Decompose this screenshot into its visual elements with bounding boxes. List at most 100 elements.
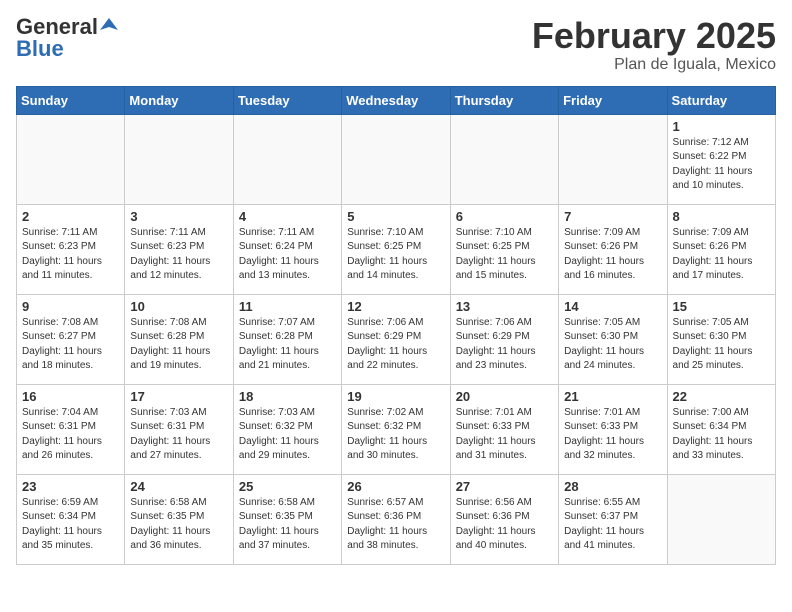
day-number: 25: [239, 479, 336, 494]
weekday-header-cell: Thursday: [450, 86, 558, 114]
calendar-day-cell: [450, 114, 558, 204]
day-info: Sunrise: 7:11 AMSunset: 6:23 PMDaylight:…: [130, 226, 227, 284]
day-number: 7: [564, 209, 661, 224]
calendar-week-row: 16 Sunrise: 7:04 AMSunset: 6:31 PMDayligh…: [17, 384, 776, 474]
day-info: Sunrise: 6:58 AMSunset: 6:35 PMDaylight:…: [239, 496, 336, 554]
day-info: Sunrise: 7:10 AMSunset: 6:25 PMDaylight:…: [347, 226, 444, 284]
calendar-day-cell: 3 Sunrise: 7:11 AMSunset: 6:23 PMDaylight…: [125, 204, 233, 294]
day-number: 22: [673, 389, 770, 404]
day-info: Sunrise: 7:07 AMSunset: 6:28 PMDaylight:…: [239, 316, 336, 374]
calendar-day-cell: 2 Sunrise: 7:11 AMSunset: 6:23 PMDaylight…: [17, 204, 125, 294]
day-info: Sunrise: 7:02 AMSunset: 6:32 PMDaylight:…: [347, 406, 444, 464]
day-number: 18: [239, 389, 336, 404]
calendar-day-cell: 17 Sunrise: 7:03 AMSunset: 6:31 PMDayligh…: [125, 384, 233, 474]
calendar-day-cell: 18 Sunrise: 7:03 AMSunset: 6:32 PMDayligh…: [233, 384, 341, 474]
month-year-title: February 2025: [532, 16, 776, 56]
calendar-day-cell: 14Sunrise: 7:05 AMSunset: 6:30 PMDayligh…: [559, 294, 667, 384]
day-number: 5: [347, 209, 444, 224]
calendar-body: 1Sunrise: 7:12 AMSunset: 6:22 PMDaylight…: [17, 114, 776, 564]
day-number: 8: [673, 209, 770, 224]
day-info: Sunrise: 6:57 AMSunset: 6:36 PMDaylight:…: [347, 496, 444, 554]
calendar-day-cell: 10 Sunrise: 7:08 AMSunset: 6:28 PMDayligh…: [125, 294, 233, 384]
day-number: 12: [347, 299, 444, 314]
calendar-day-cell: 12 Sunrise: 7:06 AMSunset: 6:29 PMDayligh…: [342, 294, 450, 384]
day-info: Sunrise: 6:58 AMSunset: 6:35 PMDaylight:…: [130, 496, 227, 554]
day-info: Sunrise: 7:06 AMSunset: 6:29 PMDaylight:…: [347, 316, 444, 374]
day-info: Sunrise: 6:56 AMSunset: 6:36 PMDaylight:…: [456, 496, 553, 554]
day-info: Sunrise: 7:01 AMSunset: 6:33 PMDaylight:…: [564, 406, 661, 464]
day-number: 11: [239, 299, 336, 314]
calendar-day-cell: 28 Sunrise: 6:55 AMSunset: 6:37 PMDayligh…: [559, 474, 667, 564]
day-number: 6: [456, 209, 553, 224]
day-info: Sunrise: 6:59 AMSunset: 6:34 PMDaylight:…: [22, 496, 119, 554]
calendar-day-cell: [667, 474, 775, 564]
day-number: 16: [22, 389, 119, 404]
location-subtitle: Plan de Iguala, Mexico: [532, 56, 776, 74]
calendar-week-row: 1Sunrise: 7:12 AMSunset: 6:22 PMDaylight…: [17, 114, 776, 204]
calendar-day-cell: 4Sunrise: 7:11 AMSunset: 6:24 PMDaylight…: [233, 204, 341, 294]
title-block: February 2025 Plan de Iguala, Mexico: [532, 16, 776, 74]
calendar-day-cell: 25 Sunrise: 6:58 AMSunset: 6:35 PMDayligh…: [233, 474, 341, 564]
day-number: 2: [22, 209, 119, 224]
day-info: Sunrise: 7:05 AMSunset: 6:30 PMDaylight:…: [673, 316, 770, 374]
calendar-day-cell: 1Sunrise: 7:12 AMSunset: 6:22 PMDaylight…: [667, 114, 775, 204]
day-number: 20: [456, 389, 553, 404]
day-info: Sunrise: 7:00 AMSunset: 6:34 PMDaylight:…: [673, 406, 770, 464]
logo: General Blue: [16, 16, 118, 60]
calendar-day-cell: 11 Sunrise: 7:07 AMSunset: 6:28 PMDayligh…: [233, 294, 341, 384]
day-info: Sunrise: 7:03 AMSunset: 6:31 PMDaylight:…: [130, 406, 227, 464]
day-number: 23: [22, 479, 119, 494]
calendar-day-cell: 13 Sunrise: 7:06 AMSunset: 6:29 PMDayligh…: [450, 294, 558, 384]
calendar-week-row: 9 Sunrise: 7:08 AMSunset: 6:27 PMDaylight…: [17, 294, 776, 384]
calendar-day-cell: [125, 114, 233, 204]
day-info: Sunrise: 7:08 AMSunset: 6:27 PMDaylight:…: [22, 316, 119, 374]
day-number: 1: [673, 119, 770, 134]
day-info: Sunrise: 7:08 AMSunset: 6:28 PMDaylight:…: [130, 316, 227, 374]
calendar-day-cell: 24 Sunrise: 6:58 AMSunset: 6:35 PMDayligh…: [125, 474, 233, 564]
day-number: 27: [456, 479, 553, 494]
calendar-day-cell: 26 Sunrise: 6:57 AMSunset: 6:36 PMDayligh…: [342, 474, 450, 564]
calendar-day-cell: 16 Sunrise: 7:04 AMSunset: 6:31 PMDayligh…: [17, 384, 125, 474]
day-number: 24: [130, 479, 227, 494]
day-info: Sunrise: 7:10 AMSunset: 6:25 PMDaylight:…: [456, 226, 553, 284]
day-info: Sunrise: 7:09 AMSunset: 6:26 PMDaylight:…: [673, 226, 770, 284]
calendar-day-cell: 23 Sunrise: 6:59 AMSunset: 6:34 PMDayligh…: [17, 474, 125, 564]
day-info: Sunrise: 7:03 AMSunset: 6:32 PMDaylight:…: [239, 406, 336, 464]
calendar-day-cell: 19Sunrise: 7:02 AMSunset: 6:32 PMDayligh…: [342, 384, 450, 474]
calendar-day-cell: 6 Sunrise: 7:10 AMSunset: 6:25 PMDaylight…: [450, 204, 558, 294]
calendar-day-cell: 21Sunrise: 7:01 AMSunset: 6:33 PMDayligh…: [559, 384, 667, 474]
day-number: 28: [564, 479, 661, 494]
calendar-day-cell: 22 Sunrise: 7:00 AMSunset: 6:34 PMDayligh…: [667, 384, 775, 474]
calendar-day-cell: 9 Sunrise: 7:08 AMSunset: 6:27 PMDaylight…: [17, 294, 125, 384]
calendar-day-cell: [342, 114, 450, 204]
day-number: 26: [347, 479, 444, 494]
day-info: Sunrise: 6:55 AMSunset: 6:37 PMDaylight:…: [564, 496, 661, 554]
calendar-day-cell: 5 Sunrise: 7:10 AMSunset: 6:25 PMDaylight…: [342, 204, 450, 294]
day-number: 9: [22, 299, 119, 314]
calendar-day-cell: [233, 114, 341, 204]
day-number: 13: [456, 299, 553, 314]
logo-general-text: General: [16, 16, 98, 38]
day-info: Sunrise: 7:06 AMSunset: 6:29 PMDaylight:…: [456, 316, 553, 374]
day-info: Sunrise: 7:01 AMSunset: 6:33 PMDaylight:…: [456, 406, 553, 464]
page-header: General Blue February 2025 Plan de Igual…: [16, 16, 776, 74]
weekday-header-cell: Wednesday: [342, 86, 450, 114]
day-info: Sunrise: 7:04 AMSunset: 6:31 PMDaylight:…: [22, 406, 119, 464]
calendar-day-cell: 7Sunrise: 7:09 AMSunset: 6:26 PMDaylight…: [559, 204, 667, 294]
day-info: Sunrise: 7:11 AMSunset: 6:23 PMDaylight:…: [22, 226, 119, 284]
calendar-day-cell: 15Sunrise: 7:05 AMSunset: 6:30 PMDayligh…: [667, 294, 775, 384]
weekday-header-cell: Monday: [125, 86, 233, 114]
calendar-table: SundayMondayTuesdayWednesdayThursdayFrid…: [16, 86, 776, 565]
weekday-header-cell: Tuesday: [233, 86, 341, 114]
day-number: 17: [130, 389, 227, 404]
calendar-week-row: 2 Sunrise: 7:11 AMSunset: 6:23 PMDaylight…: [17, 204, 776, 294]
day-number: 3: [130, 209, 227, 224]
day-info: Sunrise: 7:05 AMSunset: 6:30 PMDaylight:…: [564, 316, 661, 374]
calendar-day-cell: 27 Sunrise: 6:56 AMSunset: 6:36 PMDayligh…: [450, 474, 558, 564]
calendar-day-cell: [559, 114, 667, 204]
day-info: Sunrise: 7:11 AMSunset: 6:24 PMDaylight:…: [239, 226, 336, 284]
logo-bird-icon: [100, 16, 118, 34]
calendar-day-cell: [17, 114, 125, 204]
day-number: 10: [130, 299, 227, 314]
calendar-day-cell: 8 Sunrise: 7:09 AMSunset: 6:26 PMDaylight…: [667, 204, 775, 294]
